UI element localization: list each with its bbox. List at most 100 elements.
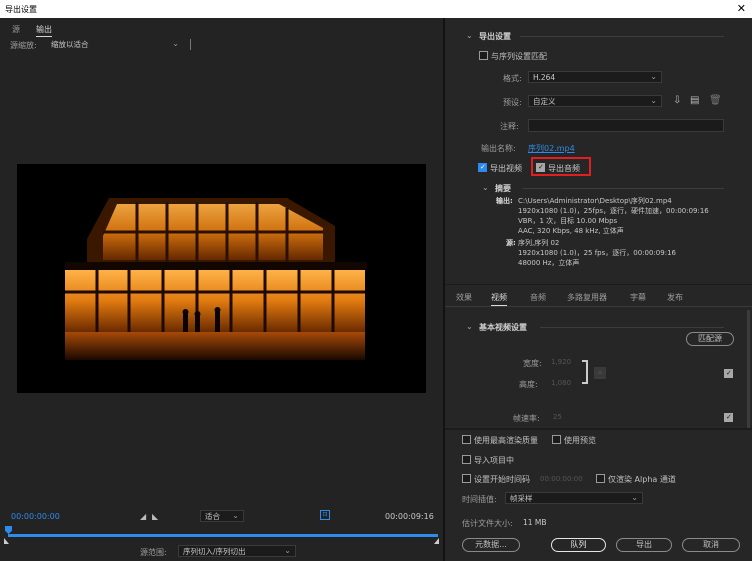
width-value[interactable]: 1,920 [551, 358, 571, 366]
format-dropdown[interactable]: H.264 ⌄ [528, 71, 662, 83]
tab-captions[interactable]: 字幕 [630, 292, 646, 303]
comments-field[interactable] [528, 119, 724, 132]
match-frame-rate-checkbox[interactable] [724, 413, 733, 422]
fit-dropdown[interactable]: 适合 ⌄ [200, 510, 244, 522]
estimated-size-value: 11 MB [523, 518, 547, 527]
chevron-down-icon: ⌄ [631, 493, 638, 502]
tab-output[interactable]: 输出 [36, 24, 52, 37]
out-marker-icon[interactable] [434, 538, 439, 544]
timecode-start[interactable]: 00:00:00:00 [11, 512, 60, 521]
match-source-button[interactable]: 匹配源 [686, 332, 734, 346]
preset-value: 自定义 [533, 97, 556, 106]
comments-label: 注释: [500, 122, 519, 131]
close-icon[interactable]: ✕ [737, 2, 746, 15]
height-label: 高度: [519, 380, 538, 389]
source-range-dropdown[interactable]: 序列切入/序列切出 ⌄ [178, 545, 296, 557]
summary-source-line: 48000 Hz，立体声 [518, 259, 580, 267]
match-sequence-checkbox[interactable] [479, 51, 488, 60]
source-range-value: 序列切入/序列切出 [183, 547, 246, 556]
summary-output-label: 输出: [496, 197, 513, 205]
queue-button[interactable]: 队列 [551, 538, 606, 552]
chain-link-icon[interactable]: ∞ [594, 367, 606, 379]
source-scaling-label: 源缩放: [10, 41, 37, 50]
width-label: 宽度: [523, 359, 542, 368]
output-name-label: 输出名称: [481, 144, 516, 153]
summary-output-line: VBR，1 次，目标 10.00 Mbps [518, 217, 618, 225]
chevron-down-icon: ⌄ [284, 546, 291, 555]
frame-rate-value[interactable]: 25 [553, 413, 562, 421]
video-preview [17, 164, 426, 393]
use-previews-label: 使用预览 [564, 436, 596, 445]
section-divider [540, 327, 724, 328]
export-video-label: 导出视频 [490, 164, 522, 173]
frame-rate-label: 帧速率: [513, 414, 540, 423]
cancel-button[interactable]: 取消 [682, 538, 740, 552]
set-start-timecode-label: 设置开始时间码 [474, 475, 530, 484]
tab-effects[interactable]: 效果 [456, 292, 472, 303]
import-into-project-label: 导入项目中 [474, 456, 514, 465]
export-button[interactable]: 导出 [616, 538, 672, 552]
chevron-down-icon: ⌄ [172, 39, 179, 48]
tab-source[interactable]: 源 [12, 24, 20, 35]
collapse-chevron-icon[interactable]: ⌄ [482, 183, 489, 192]
divider [190, 39, 191, 50]
tab-video[interactable]: 视频 [491, 292, 507, 306]
bottom-divider [445, 428, 752, 430]
chevron-down-icon: ⌄ [650, 96, 657, 105]
chevron-down-icon: ⌄ [232, 511, 239, 520]
aspect-ratio-icon[interactable]: ⊡ [320, 510, 330, 520]
section-divider [522, 188, 724, 189]
import-into-project-checkbox[interactable] [462, 455, 471, 464]
export-video-checkbox[interactable] [478, 163, 487, 172]
tab-multiplexer[interactable]: 多路复用器 [567, 292, 607, 303]
source-scaling-value: 缩放以适合 [51, 40, 89, 49]
save-preset-icon[interactable]: ⇩ [673, 95, 681, 106]
height-value[interactable]: 1,080 [551, 379, 571, 387]
output-name-link[interactable]: 序列02.mp4 [528, 143, 575, 154]
set-start-timecode-checkbox[interactable] [462, 474, 471, 483]
time-interpolation-dropdown[interactable]: 帧采样 ⌄ [505, 492, 643, 504]
set-out-point-icon[interactable]: ◣ [152, 512, 158, 521]
max-render-quality-label: 使用最高渲染质量 [474, 436, 538, 445]
summary-output-line: 1920x1080 (1.0)，25fps，逐行，硬件加速，00:00:09:1… [518, 207, 709, 215]
preset-dropdown[interactable]: 自定义 ⌄ [528, 95, 662, 107]
export-audio-checkbox[interactable] [536, 163, 545, 172]
in-marker-icon[interactable] [4, 538, 9, 544]
export-settings-title: 导出设置 [479, 32, 511, 41]
fit-value: 适合 [205, 512, 220, 521]
summary-source-line: 序列,序列 02 [518, 239, 560, 247]
source-scaling-dropdown[interactable]: 缩放以适合 ⌄ [46, 38, 184, 50]
format-value: H.264 [533, 73, 556, 82]
use-previews-checkbox[interactable] [552, 435, 561, 444]
title-bar: 导出设置 ✕ [0, 0, 752, 18]
summary-title: 摘要 [495, 184, 511, 193]
collapse-chevron-icon[interactable]: ⌄ [466, 322, 473, 331]
delete-preset-icon[interactable]: 🗑 [709, 95, 722, 106]
match-size-checkbox[interactable] [724, 369, 733, 378]
estimated-size-label: 估计文件大小: [462, 519, 513, 528]
tab-strip-border [445, 284, 752, 285]
window-title: 导出设置 [5, 5, 37, 14]
render-alpha-only-checkbox[interactable] [596, 474, 605, 483]
tab-strip-divider [445, 306, 752, 307]
timeline-bar[interactable] [8, 534, 438, 537]
scrollbar[interactable] [747, 310, 750, 430]
source-range-label: 源范围: [140, 548, 167, 557]
import-preset-icon[interactable]: ▤ [690, 95, 699, 106]
summary-source-label: 源: [506, 239, 516, 247]
match-sequence-label: 与序列设置匹配 [491, 52, 547, 61]
tab-publish[interactable]: 发布 [667, 292, 683, 303]
time-interpolation-label: 时间插值: [462, 495, 497, 504]
collapse-chevron-icon[interactable]: ⌄ [466, 31, 473, 40]
metadata-button[interactable]: 元数据... [462, 538, 520, 552]
chevron-down-icon: ⌄ [650, 72, 657, 81]
set-in-point-icon[interactable]: ◢ [140, 512, 146, 521]
basic-video-title: 基本视频设置 [479, 323, 527, 332]
max-render-quality-checkbox[interactable] [462, 435, 471, 444]
format-label: 格式: [503, 74, 522, 83]
tab-audio[interactable]: 音频 [530, 292, 546, 303]
export-audio-label: 导出音频 [548, 164, 580, 173]
preset-label: 预设: [503, 98, 522, 107]
summary-output-line: AAC, 320 Kbps, 48 kHz, 立体声 [518, 227, 624, 235]
start-timecode-value[interactable]: 00:00:00:00 [540, 475, 583, 483]
